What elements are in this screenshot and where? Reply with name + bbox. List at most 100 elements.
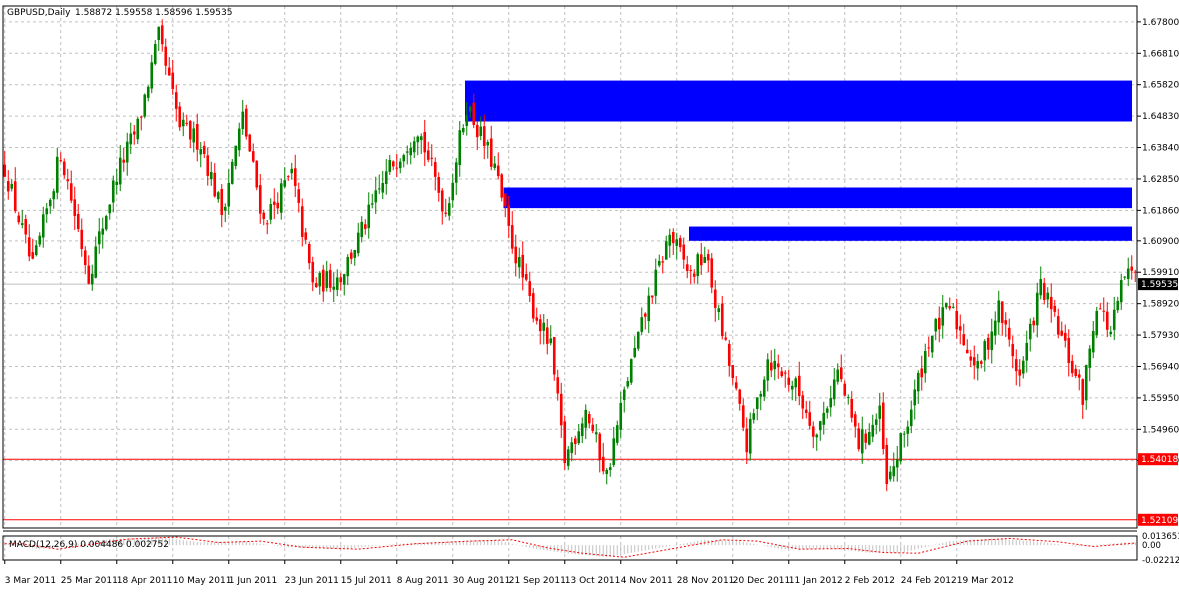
candle-body	[465, 115, 469, 126]
candle-body	[836, 369, 840, 382]
candle-body	[521, 254, 525, 278]
candle-body	[811, 426, 815, 437]
candle-body	[160, 25, 164, 45]
candle-body	[780, 371, 784, 377]
candle-body	[405, 151, 409, 153]
candle	[255, 160, 259, 191]
candle-body	[1088, 348, 1092, 368]
support-level-label-1: 1.54018	[1141, 455, 1178, 465]
candle-body	[1081, 379, 1085, 405]
candle-body	[503, 193, 507, 207]
candle-body	[804, 409, 808, 413]
candle-body	[825, 408, 829, 413]
candle-body	[507, 204, 511, 226]
candle-body	[213, 172, 217, 197]
resistance-zone-1[interactable]	[465, 80, 1132, 122]
candle-body	[402, 155, 406, 162]
candle-body	[73, 199, 77, 216]
price-tick-label: 1.67800	[1142, 18, 1179, 28]
candle-body	[381, 182, 385, 193]
candle-body	[45, 208, 49, 215]
price-chart[interactable]: 1.67800 1.66810 1.65820 1.64830 1.63840 1.628…	[0, 0, 1179, 591]
candle-body	[69, 183, 73, 201]
candle-body	[542, 322, 546, 331]
candle-body	[234, 145, 238, 167]
candle-body	[706, 254, 710, 261]
candle-body	[983, 341, 987, 361]
candle-body	[300, 206, 304, 237]
candle-body	[143, 94, 147, 117]
candle-body	[734, 382, 738, 389]
candle-body	[528, 281, 532, 296]
price-tick-label: 1.54960	[1142, 425, 1179, 435]
candle-body	[360, 221, 364, 238]
candle-body	[598, 433, 602, 461]
price-tick-label: 1.58920	[1142, 300, 1179, 310]
candle-body	[622, 389, 626, 401]
candle-body	[1067, 337, 1071, 364]
candle-body	[423, 131, 427, 153]
date-tick-label: 10 May 2011	[173, 576, 232, 586]
candle	[531, 288, 535, 323]
candle-body	[902, 433, 906, 435]
candle-body	[244, 108, 248, 137]
price-tick-label: 1.60900	[1142, 237, 1179, 247]
candle-body	[1126, 268, 1130, 280]
candle	[1095, 306, 1099, 339]
candle-body	[745, 428, 749, 453]
date-tick-label: 2 Feb 2012	[845, 576, 895, 586]
candle-body	[230, 161, 234, 184]
candle-body	[479, 126, 483, 136]
candle-body	[157, 26, 161, 40]
date-tick-label: 11 Jan 2012	[789, 576, 843, 586]
price-tick-label: 1.63840	[1142, 144, 1179, 154]
resistance-zone-3[interactable]	[689, 226, 1132, 241]
candle-body	[185, 122, 189, 124]
candle-body	[332, 286, 336, 290]
candle-body	[367, 204, 371, 229]
candle-body	[3, 164, 7, 177]
candle-body	[24, 219, 28, 235]
candle-body	[801, 395, 805, 409]
candle-body	[899, 433, 903, 462]
candle-body	[906, 426, 910, 434]
candle-body	[304, 232, 308, 240]
resistance-zone-2[interactable]	[503, 187, 1133, 209]
date-tick-label: 19 Mar 2012	[957, 576, 1014, 586]
candle-body	[440, 190, 444, 212]
candle-body	[468, 106, 472, 112]
candle-body	[843, 383, 847, 396]
candle-body	[629, 359, 633, 383]
candle-body	[888, 471, 892, 480]
candle-body	[815, 434, 819, 438]
candle-body	[923, 350, 927, 374]
candle-body	[1084, 365, 1088, 401]
date-tick-label: 13 Oct 2011	[565, 576, 621, 586]
candle-body	[636, 331, 640, 349]
candle-body	[668, 234, 672, 246]
candle-body	[458, 130, 462, 166]
candle-body	[860, 429, 864, 454]
date-tick-label: 20 Dec 2011	[733, 576, 791, 586]
candle-body	[885, 444, 889, 485]
candle-body	[783, 372, 787, 374]
candle-body	[556, 377, 560, 394]
candle-body	[591, 424, 595, 431]
candle-body	[174, 92, 178, 109]
candle-body	[395, 167, 399, 169]
candle-body	[311, 262, 315, 283]
chart-ohlc-values: 1.58872 1.59558 1.58596 1.59535	[75, 8, 232, 18]
candle-body	[976, 361, 980, 369]
candle-body	[682, 244, 686, 260]
candle-body	[941, 307, 945, 326]
candle-body	[633, 347, 637, 358]
candle-body	[94, 246, 98, 278]
candle-body	[675, 239, 679, 246]
candle-body	[493, 163, 497, 168]
candle-body	[262, 212, 266, 220]
candle-body	[454, 162, 458, 183]
candle-body	[944, 302, 948, 308]
candle-body	[241, 111, 245, 130]
candle-body	[871, 424, 875, 437]
candle-body	[1004, 320, 1008, 325]
